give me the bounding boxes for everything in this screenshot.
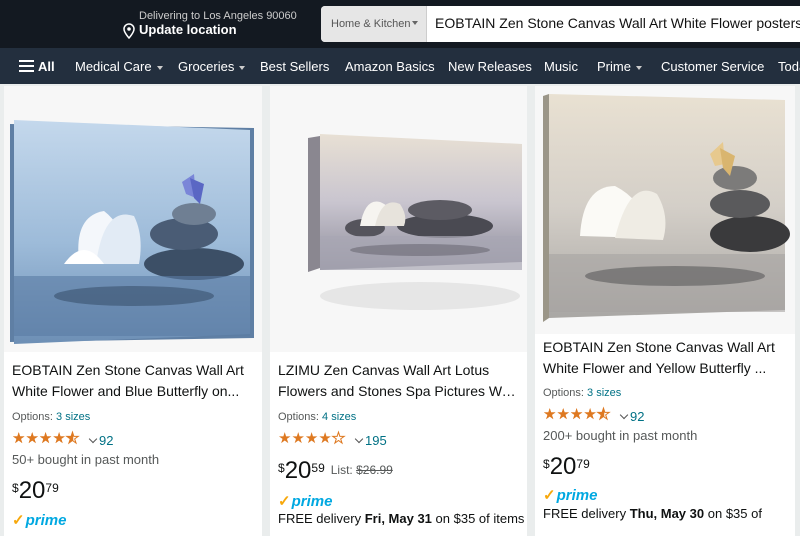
product-image[interactable] [270, 86, 527, 352]
price-whole: 20 [284, 457, 312, 484]
product-card: EOBTAIN Zen Stone Canvas Wall Art White … [535, 86, 795, 536]
canvas-print-image [543, 94, 790, 322]
chevron-down-icon [88, 434, 98, 444]
product-title-line: EOBTAIN Zen Stone Canvas Wall Art [12, 362, 244, 378]
product-rating[interactable]: ★★★★★ ★★★★★ 92 [12, 430, 114, 449]
star-rating-icon: ★★★★★ ★★★★★ [543, 406, 611, 423]
product-card: EOBTAIN Zen Stone Canvas Wall Art White … [4, 86, 262, 536]
nav-todays-deals[interactable]: Toda [778, 59, 800, 74]
search-category-label: Home & Kitchen [331, 18, 411, 30]
nav-groceries[interactable]: Groceries [178, 59, 245, 74]
nav-medical-care[interactable]: Medical Care [75, 59, 163, 74]
nav-music[interactable]: Music [544, 59, 578, 74]
product-options: Options: 3 sizes [12, 411, 90, 423]
price-fraction: 79 [45, 481, 59, 495]
product-options: Options: 3 sizes [543, 387, 621, 399]
prime-check-icon: ✓ [278, 493, 291, 510]
delivery-prefix: FREE delivery [278, 511, 362, 526]
product-title-line: EOBTAIN Zen Stone Canvas Wall Art [543, 339, 775, 355]
product-price[interactable]: $2079 [543, 454, 590, 480]
product-card: LZIMU Zen Canvas Wall Art Lotus Flowers … [270, 86, 527, 536]
product-title-line: LZIMU Zen Canvas Wall Art Lotus [278, 362, 490, 378]
search-bar: Home & Kitchen EOBTAIN Zen Stone Canvas … [321, 6, 800, 42]
prime-check-icon: ✓ [12, 512, 25, 529]
delivery-suffix: on $35 of [707, 506, 762, 521]
prime-label: prime [291, 493, 333, 510]
delivery-line-1: Delivering to Los Angeles 90060 [139, 10, 297, 22]
nav-all[interactable]: All [38, 59, 55, 74]
bought-count: 50+ bought in past month [12, 452, 160, 467]
canvas-print-image [10, 120, 254, 344]
options-sizes-link[interactable]: 4 sizes [322, 411, 356, 423]
prime-badge: ✓prime [278, 492, 332, 510]
price-symbol: $ [278, 461, 285, 475]
product-price[interactable]: $2059 List: $26.99 [278, 458, 393, 484]
price-symbol: $ [543, 457, 550, 471]
product-rating[interactable]: ★★★★★ ★★★★★ 92 [543, 406, 645, 425]
prime-label: prime [556, 487, 598, 504]
options-sizes-link[interactable]: 3 sizes [56, 411, 90, 423]
product-title[interactable]: EOBTAIN Zen Stone Canvas Wall Art White … [12, 360, 254, 402]
options-label: Options: [278, 411, 319, 423]
prime-badge: ✓prime [543, 486, 597, 504]
product-image[interactable] [535, 86, 795, 334]
price-fraction: 79 [576, 457, 590, 471]
nav-bar: All Medical Care Groceries Best Sellers … [0, 48, 800, 84]
nav-prime[interactable]: Prime [597, 59, 642, 74]
delivery-info: FREE delivery Thu, May 30 on $35 of [543, 506, 762, 521]
rating-count: 92 [630, 409, 645, 424]
options-label: Options: [12, 411, 53, 423]
nav-customer-service[interactable]: Customer Service [661, 59, 764, 74]
canvas-print-image [308, 134, 522, 310]
product-rating[interactable]: ★★★★★ 195 [278, 430, 387, 449]
options-label: Options: [543, 387, 584, 399]
product-options: Options: 4 sizes [278, 411, 356, 423]
rating-count: 195 [365, 433, 387, 448]
search-input[interactable]: EOBTAIN Zen Stone Canvas Wall Art White … [435, 15, 800, 31]
prime-label: prime [25, 512, 67, 529]
options-sizes-link[interactable]: 3 sizes [587, 387, 621, 399]
product-title[interactable]: LZIMU Zen Canvas Wall Art Lotus Flowers … [278, 360, 519, 402]
prime-badge: ✓prime [12, 511, 66, 529]
top-header: Delivering to Los Angeles 90060 Update l… [0, 0, 800, 48]
nav-new-releases[interactable]: New Releases [448, 59, 532, 74]
delivery-suffix: on $35 of items [435, 511, 525, 526]
list-price-value: $26.99 [356, 463, 393, 477]
caret-down-icon [412, 21, 418, 25]
star-rating-icon: ★★★★★ [278, 430, 346, 447]
list-price: List: $26.99 [331, 463, 393, 477]
list-price-label: List: [330, 463, 353, 477]
product-image[interactable] [4, 86, 262, 352]
hamburger-menu-icon[interactable] [19, 60, 34, 72]
price-symbol: $ [12, 481, 19, 495]
product-title[interactable]: EOBTAIN Zen Stone Canvas Wall Art White … [543, 337, 787, 379]
delivery-info: FREE delivery Fri, May 31 on $35 of item… [278, 511, 524, 526]
delivery-date: Thu, May 30 [629, 506, 705, 521]
price-whole: 20 [18, 477, 46, 504]
price-fraction: 59 [311, 461, 325, 475]
product-title-line: White Flower and Yellow Butterfly ... [543, 360, 767, 376]
location-pin-icon [123, 23, 135, 39]
star-rating-icon: ★★★★★ ★★★★★ [12, 430, 80, 447]
product-price[interactable]: $2079 [12, 478, 59, 504]
chevron-down-icon [619, 410, 629, 420]
price-whole: 20 [549, 453, 577, 480]
delivery-prefix: FREE delivery [543, 506, 627, 521]
product-title-line: White Flower and Blue Butterfly on... [12, 383, 240, 399]
search-category-select[interactable]: Home & Kitchen [321, 6, 427, 42]
product-title-line: Flowers and Stones Spa Pictures Wa... [278, 383, 519, 399]
bought-count: 200+ bought in past month [543, 428, 698, 443]
delivery-date: Fri, May 31 [364, 511, 432, 526]
update-location-link[interactable]: Update location [139, 22, 237, 37]
chevron-down-icon [354, 434, 364, 444]
prime-check-icon: ✓ [543, 487, 556, 504]
nav-amazon-basics[interactable]: Amazon Basics [345, 59, 435, 74]
rating-count: 92 [99, 433, 114, 448]
nav-best-sellers[interactable]: Best Sellers [260, 59, 329, 74]
